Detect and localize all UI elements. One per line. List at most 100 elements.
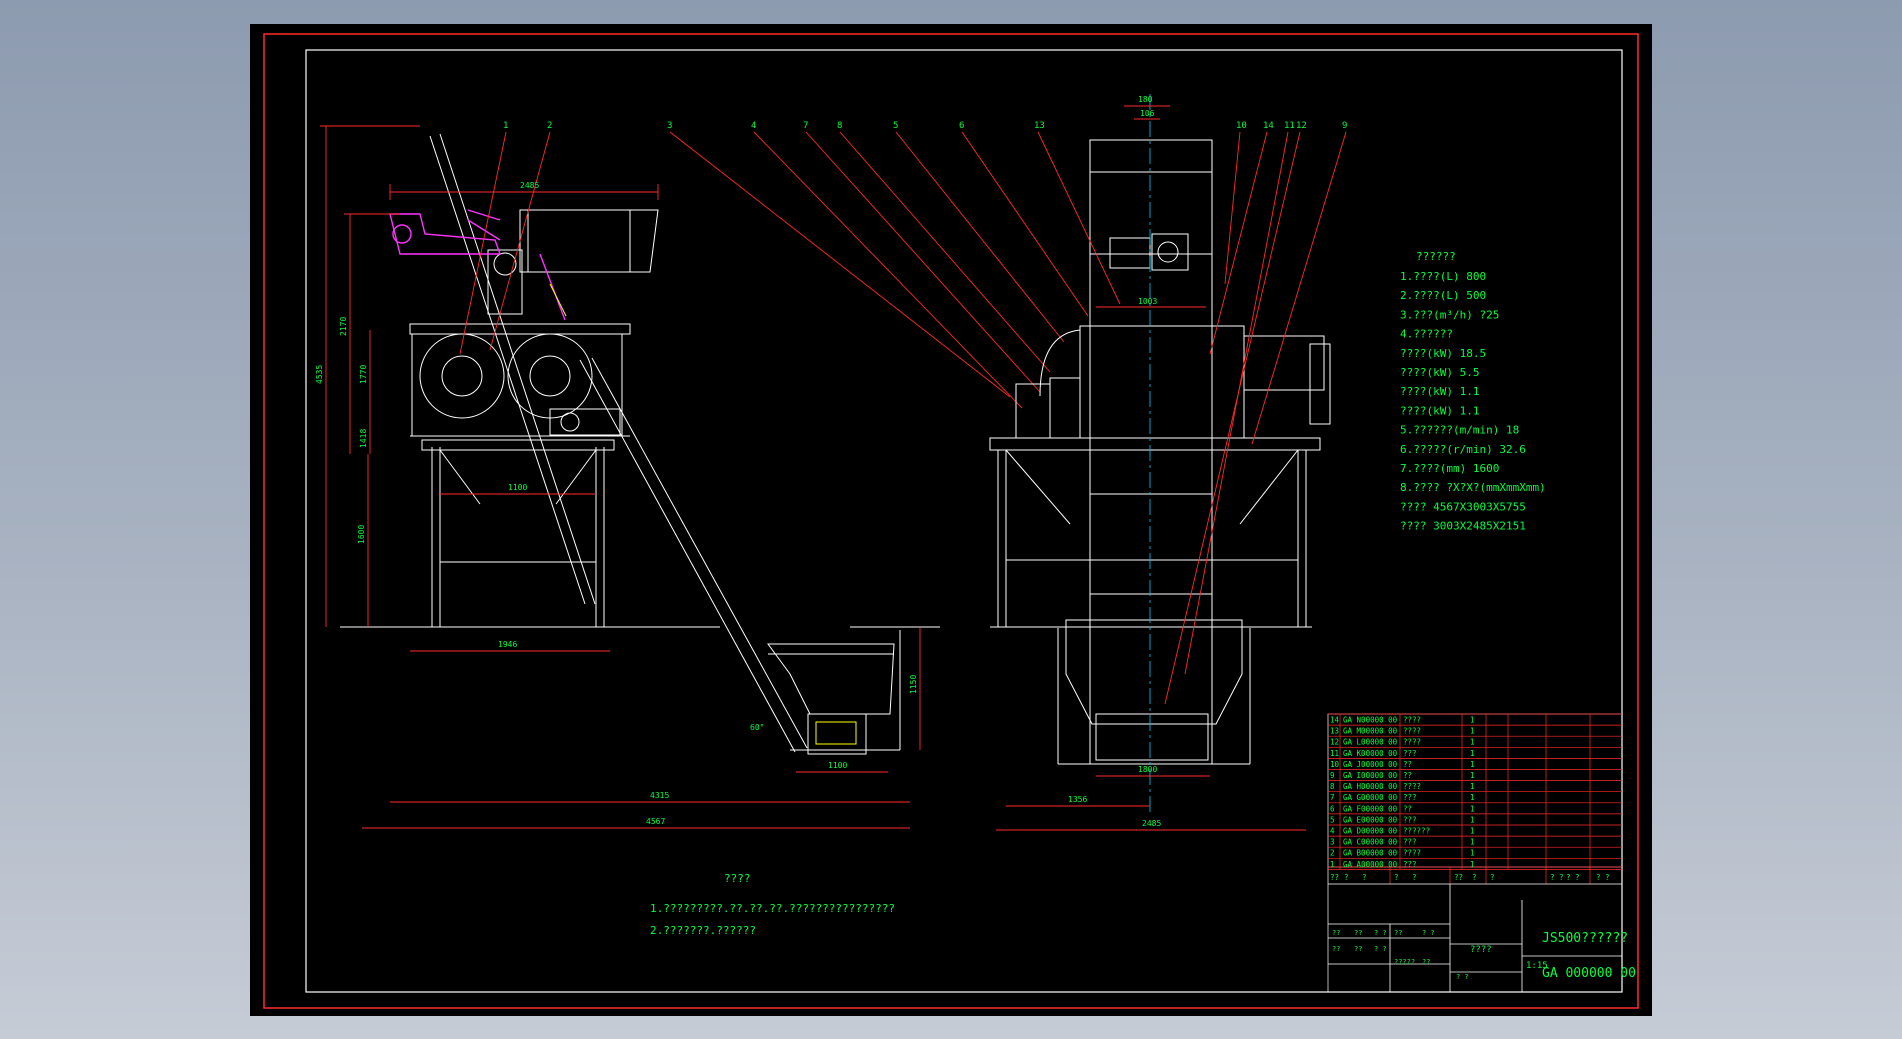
bom-row-7-no: 7 — [1330, 793, 1335, 802]
dim-top_hopper: 2485 — [520, 181, 539, 190]
bom-row-8-name: ???? — [1403, 782, 1421, 791]
title-mark-5: ? ? — [1422, 929, 1435, 937]
bom-row-6-qty: 1 — [1470, 804, 1475, 813]
drawing-number[interactable]: GA 000000 00 — [1542, 966, 1636, 981]
bom-row-3-qty: 1 — [1470, 838, 1475, 847]
bom-row-12-qty: 1 — [1470, 738, 1475, 747]
notes-line-2: 2.???????.?????? — [650, 924, 756, 937]
spec-line-11: 7.????(mm) 1600 — [1400, 462, 1499, 475]
bom-row-1-qty: 1 — [1470, 860, 1475, 869]
bom-header-8: ? — [1490, 873, 1495, 882]
side-elevation-view — [340, 133, 940, 755]
bom-header-7: ? — [1472, 873, 1477, 882]
title-mark-4: ?? — [1394, 929, 1402, 937]
dim-pit_width: 1800 — [1138, 765, 1157, 774]
callout-8: 8 — [837, 121, 842, 131]
bom-row-8-code: GA H00000 00 — [1343, 782, 1398, 791]
bom-row-14-no: 14 — [1330, 716, 1340, 725]
bom-row-5-code: GA E00000 00 — [1343, 815, 1398, 824]
title-mark-2: ?? — [1354, 929, 1362, 937]
bom-row-2-code: GA B00000 00 — [1343, 849, 1398, 858]
bom-row-6-no: 6 — [1330, 804, 1335, 813]
spec-line-13: ???? 4567X3003X5755 — [1400, 500, 1526, 513]
bom-row-9-qty: 1 — [1470, 771, 1475, 780]
bom-row-2-name: ???? — [1403, 849, 1421, 858]
bom-header-1: ?? — [1330, 873, 1339, 882]
bom-header-3: ? — [1362, 873, 1367, 882]
dim-run_length: 4315 — [650, 791, 669, 800]
dim-skip_width: 1100 — [828, 761, 847, 770]
bom-row-5-no: 5 — [1330, 815, 1335, 824]
dim-h4: 1600 — [357, 525, 366, 544]
dim-mid_width: 1003 — [1138, 297, 1157, 306]
bom-row-7-code: GA G00000 00 — [1343, 793, 1398, 802]
bom-header-10: ? ? — [1566, 873, 1580, 882]
bom-row-13-no: 13 — [1330, 727, 1339, 736]
bom-row-10-name: ?? — [1403, 760, 1412, 769]
dim-h1: 2170 — [339, 317, 348, 336]
title-mark-3: ? ? — [1374, 929, 1387, 937]
callout-11: 11 — [1284, 121, 1295, 131]
bom-header-2: ? — [1344, 873, 1349, 882]
spec-line-4: 4.?????? — [1400, 328, 1453, 341]
bom-row-13-qty: 1 — [1470, 727, 1475, 736]
bom-row-6-name: ?? — [1403, 804, 1412, 813]
bom-row-8-no: 8 — [1330, 782, 1335, 791]
spec-line-5: ????(kW) 18.5 — [1400, 347, 1486, 360]
bom-row-1-no: 1 — [1330, 860, 1335, 869]
dim-frame_width: 1100 — [508, 483, 527, 492]
bom-row-4-name: ?????? — [1403, 827, 1430, 836]
spec-line-8: ????(kW) 1.1 — [1400, 404, 1479, 417]
callout-5: 5 — [893, 121, 898, 131]
bom-row-11-code: GA K00000 00 — [1343, 749, 1398, 758]
bom-row-4-code: GA D00000 00 — [1343, 827, 1398, 836]
cad-viewer: 1 2 3 4 7 8 5 6 13 10 14 11 12 9 2485 4535 2170 1770 1418 1… — [0, 0, 1902, 1039]
callout-6: 6 — [959, 121, 964, 131]
bom-header-11: ? ? — [1596, 873, 1610, 882]
dim-h2: 1770 — [359, 365, 368, 384]
bom-header-5: ? — [1412, 873, 1417, 882]
bom-row-14-code: GA N00000 00 — [1343, 716, 1398, 725]
bom-row-11-qty: 1 — [1470, 749, 1475, 758]
dim-side_overall: 2485 — [1142, 819, 1161, 828]
spec-line-3: 3.???(m³/h) ?25 — [1400, 308, 1499, 321]
bom-row-11-no: 11 — [1330, 749, 1339, 758]
product-name[interactable]: JS500?????? — [1542, 931, 1628, 946]
dim-h3: 1418 — [359, 429, 368, 448]
dim-overall_length: 4567 — [646, 817, 665, 826]
bom-row-7-name: ??? — [1403, 793, 1417, 802]
dim-top_width1: 180 — [1138, 95, 1153, 104]
front-view-dimensions — [996, 105, 1306, 831]
bom-header-6: ?? — [1454, 873, 1463, 882]
bom-row-12-no: 12 — [1330, 738, 1339, 747]
front-elevation-view — [989, 139, 1331, 765]
callout-1: 1 — [503, 121, 508, 131]
callout-13: 13 — [1034, 121, 1045, 131]
spec-line-1: 1.????(L) 800 — [1400, 270, 1486, 283]
front-view-leaders — [1037, 131, 1347, 705]
bom-header-9: ? ? — [1550, 873, 1564, 882]
bom-row-11-name: ??? — [1403, 749, 1417, 758]
callout-2: 2 — [547, 121, 552, 131]
bom-row-12-name: ???? — [1403, 738, 1421, 747]
drawing-sheet[interactable]: 1 2 3 4 7 8 5 6 13 10 14 11 12 9 2485 4535 2170 1770 1418 1… — [250, 24, 1652, 1016]
bom-row-12-code: GA L00000 00 — [1343, 738, 1398, 747]
scale-value: 1:15 — [1526, 961, 1548, 971]
bom-row-1-name: ??? — [1403, 860, 1417, 869]
dim-skip_angle: 60° — [750, 723, 764, 732]
notes-title: ???? — [724, 872, 751, 885]
callout-9: 9 — [1342, 121, 1347, 131]
side-view-leaders — [459, 131, 1089, 409]
spec-line-9: 5.??????(m/min) 18 — [1400, 424, 1519, 437]
bom-row-10-qty: 1 — [1470, 760, 1475, 769]
dim-overall_height: 4535 — [315, 365, 324, 384]
bom-row-2-no: 2 — [1330, 849, 1335, 858]
bom-row-14-name: ???? — [1403, 716, 1421, 725]
weight-label: ???? — [1470, 945, 1492, 955]
bom-header-4: ? — [1394, 873, 1399, 882]
callout-12: 12 — [1296, 121, 1307, 131]
bom-row-9-no: 9 — [1330, 771, 1335, 780]
dim-top_width2: 106 — [1140, 109, 1155, 118]
bom-row-6-code: GA F00000 00 — [1343, 804, 1398, 813]
spec-title: ?????? — [1416, 250, 1456, 263]
